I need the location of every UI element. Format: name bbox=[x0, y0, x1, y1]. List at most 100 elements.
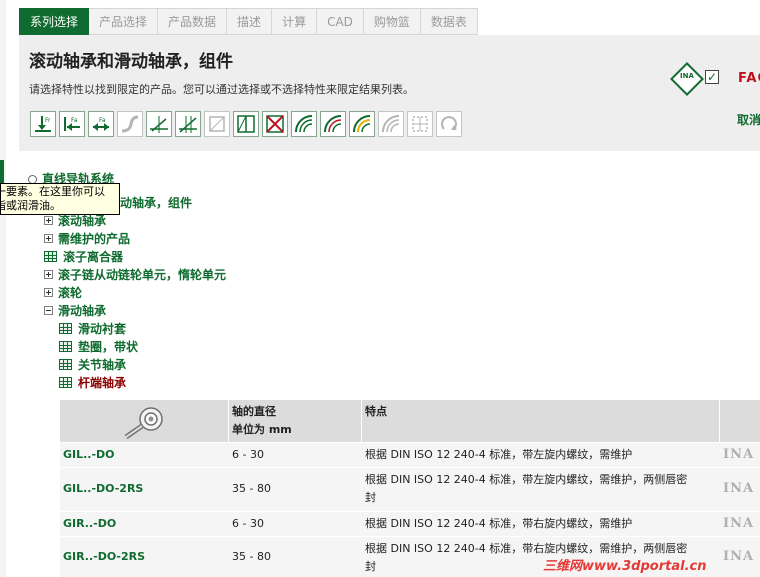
tree-item-roller-clutch[interactable]: 滚子离合器 bbox=[44, 248, 123, 265]
crossed-box-button[interactable] bbox=[262, 111, 288, 137]
row-feature: 根据 DIN ISO 12 240-4 标准，带右旋内螺纹，需维护 bbox=[365, 517, 633, 530]
svg-text:Fr: Fr bbox=[45, 117, 51, 124]
site-watermark: 三维网www.3dportal.cn bbox=[543, 559, 707, 574]
tree-child-spherical-plain-bearings[interactable]: 关节轴承 bbox=[59, 356, 126, 373]
flexible-shaft-button[interactable] bbox=[117, 111, 143, 137]
angle-misalignment-2-icon bbox=[179, 116, 197, 133]
row-code[interactable]: GIL..-DO-2RS bbox=[63, 480, 143, 498]
speed-arc-yellow-icon bbox=[353, 115, 371, 133]
split-bearing-icon bbox=[237, 115, 255, 133]
row-code[interactable]: GIR..-DO bbox=[63, 515, 116, 533]
tree-item-plain-bearings[interactable]: 滑动轴承 bbox=[44, 302, 106, 319]
row-code[interactable]: GIL..-DO bbox=[63, 446, 115, 464]
brand-checkbox[interactable]: ✓ bbox=[705, 70, 719, 84]
expand-plus-icon[interactable] bbox=[44, 288, 53, 297]
tab-shopping-basket[interactable]: 购物篮 bbox=[363, 8, 421, 35]
row-brand-ina: INA bbox=[723, 549, 755, 564]
ina-logo-icon[interactable]: INA bbox=[670, 62, 704, 96]
tooltip-line-1: 一要素。在这里你可以 bbox=[0, 185, 105, 198]
row-diameter: 35 - 80 bbox=[232, 482, 271, 495]
speed-arc-icon bbox=[295, 115, 313, 133]
table-row[interactable]: GIL..-DO-2RS 35 - 80 根据 DIN ISO 12 240-4… bbox=[60, 467, 760, 511]
tree-child-plain-bushings[interactable]: 滑动衬套 bbox=[59, 320, 126, 337]
axial-load-both-icon: Fa bbox=[93, 117, 109, 131]
table-grid-icon bbox=[59, 341, 72, 352]
row-feature: 根据 DIN ISO 12 240-4 标准，带左旋内螺纹，需维护 bbox=[365, 448, 633, 461]
speed-arc-yellow-button[interactable] bbox=[349, 111, 375, 137]
grid-frame-icon bbox=[412, 116, 428, 132]
expand-plus-icon[interactable] bbox=[44, 216, 53, 225]
collapse-minus-icon[interactable] bbox=[44, 306, 53, 315]
row-diameter: 6 - 30 bbox=[232, 448, 264, 461]
crossed-box-icon bbox=[266, 115, 284, 133]
tab-product-selection[interactable]: 产品选择 bbox=[89, 8, 159, 35]
cancel-link[interactable]: 取消 bbox=[737, 111, 760, 128]
filter-icon-row: Fr Fa Fa bbox=[30, 111, 462, 137]
ina-logo-text: INA bbox=[680, 72, 694, 81]
table-row[interactable]: GIR..-DO 6 - 30 根据 DIN ISO 12 240-4 标准，带… bbox=[60, 511, 760, 536]
row-feature: 根据 DIN ISO 12 240-4 标准，带左旋内螺纹，需维护，两侧唇密 bbox=[365, 473, 688, 486]
rotation-arrow-icon bbox=[441, 116, 457, 130]
tab-calculation[interactable]: 计算 bbox=[272, 8, 318, 35]
header-panel: 滚动轴承和滑动轴承，组件 请选择特性以找到限定的产品。您可以通过选择或不选择特性… bbox=[19, 35, 760, 151]
tooltip: 一要素。在这里你可以 脂或润滑油。 bbox=[0, 183, 120, 215]
table-grid-icon bbox=[59, 323, 72, 334]
expand-plus-icon[interactable] bbox=[44, 270, 53, 279]
speed-arc-2-button[interactable] bbox=[320, 111, 346, 137]
page-title: 滚动轴承和滑动轴承，组件 bbox=[29, 52, 233, 72]
radial-load-icon: Fr bbox=[35, 116, 51, 132]
table-grid-icon bbox=[44, 251, 57, 262]
row-diameter: 35 - 80 bbox=[232, 550, 271, 563]
header-feature: 特点 bbox=[365, 405, 387, 418]
row-code[interactable]: GIR..-DO-2RS bbox=[63, 548, 145, 566]
row-brand-ina: INA bbox=[723, 516, 755, 531]
row-feature-cont: 封 bbox=[365, 491, 376, 504]
axial-load-left-button[interactable]: Fa bbox=[59, 111, 85, 137]
rod-end-bearing-icon bbox=[124, 407, 163, 439]
expand-plus-icon[interactable] bbox=[44, 234, 53, 243]
row-brand-ina: INA bbox=[723, 447, 755, 462]
tab-product-data[interactable]: 产品数据 bbox=[158, 8, 228, 35]
radial-load-button[interactable]: Fr bbox=[30, 111, 56, 137]
left-edge-strip bbox=[0, 0, 6, 577]
tree-child-rod-ends[interactable]: 杆端轴承 bbox=[59, 374, 126, 391]
flexible-shaft-icon bbox=[121, 115, 139, 133]
header-separator bbox=[361, 400, 362, 442]
header-separator bbox=[719, 400, 720, 442]
row-diameter: 6 - 30 bbox=[232, 517, 264, 530]
tree-item-chain-sprocket-units[interactable]: 滚子链从动链轮单元，惰轮单元 bbox=[44, 266, 226, 283]
speed-arc-gray-button[interactable] bbox=[378, 111, 404, 137]
table-header: 轴的直径 单位为 mm 特点 bbox=[60, 400, 760, 442]
tree-item-rollers[interactable]: 滚轮 bbox=[44, 284, 82, 301]
speed-arc-gray-icon bbox=[382, 115, 400, 133]
axial-load-left-icon: Fa bbox=[64, 117, 80, 131]
square-frame-button[interactable] bbox=[204, 111, 230, 137]
square-frame-icon bbox=[209, 116, 225, 132]
header-shaft-diameter: 轴的直径 单位为 mm bbox=[232, 405, 292, 436]
tree-level1-bearings[interactable]: 动轴承，组件 bbox=[120, 194, 192, 211]
svg-text:Fa: Fa bbox=[99, 117, 106, 124]
tooltip-line-2: 脂或润滑油。 bbox=[0, 199, 61, 212]
header-separator bbox=[228, 400, 229, 442]
grid-frame-button[interactable] bbox=[407, 111, 433, 137]
page-description: 请选择特性以找到限定的产品。您可以通过选择或不选择特性来限定结果列表。 bbox=[29, 83, 414, 96]
tree-item-maintenance-products[interactable]: 需维护的产品 bbox=[44, 230, 130, 247]
rotation-arrow-button[interactable] bbox=[436, 111, 462, 137]
table-row[interactable]: GIL..-DO 6 - 30 根据 DIN ISO 12 240-4 标准，带… bbox=[60, 442, 760, 467]
angle-misalignment-icon bbox=[150, 116, 168, 133]
tree-child-washers-strips[interactable]: 垫圈，带状 bbox=[59, 338, 138, 355]
fag-logo[interactable]: FAG bbox=[738, 71, 760, 86]
angle-misalignment-2-button[interactable] bbox=[175, 111, 201, 137]
tab-cad[interactable]: CAD bbox=[317, 8, 364, 35]
row-brand-ina: INA bbox=[723, 481, 755, 496]
tab-series-selection[interactable]: 系列选择 bbox=[19, 8, 90, 35]
speed-arc-button[interactable] bbox=[291, 111, 317, 137]
tab-data-sheet[interactable]: 数据表 bbox=[420, 8, 478, 35]
tab-description[interactable]: 描述 bbox=[227, 8, 273, 35]
row-feature-cont: 封 bbox=[365, 560, 376, 573]
split-bearing-button[interactable] bbox=[233, 111, 259, 137]
angle-misalignment-button[interactable] bbox=[146, 111, 172, 137]
axial-load-both-button[interactable]: Fa bbox=[88, 111, 114, 137]
table-grid-icon bbox=[59, 377, 72, 388]
svg-text:Fa: Fa bbox=[71, 117, 78, 124]
